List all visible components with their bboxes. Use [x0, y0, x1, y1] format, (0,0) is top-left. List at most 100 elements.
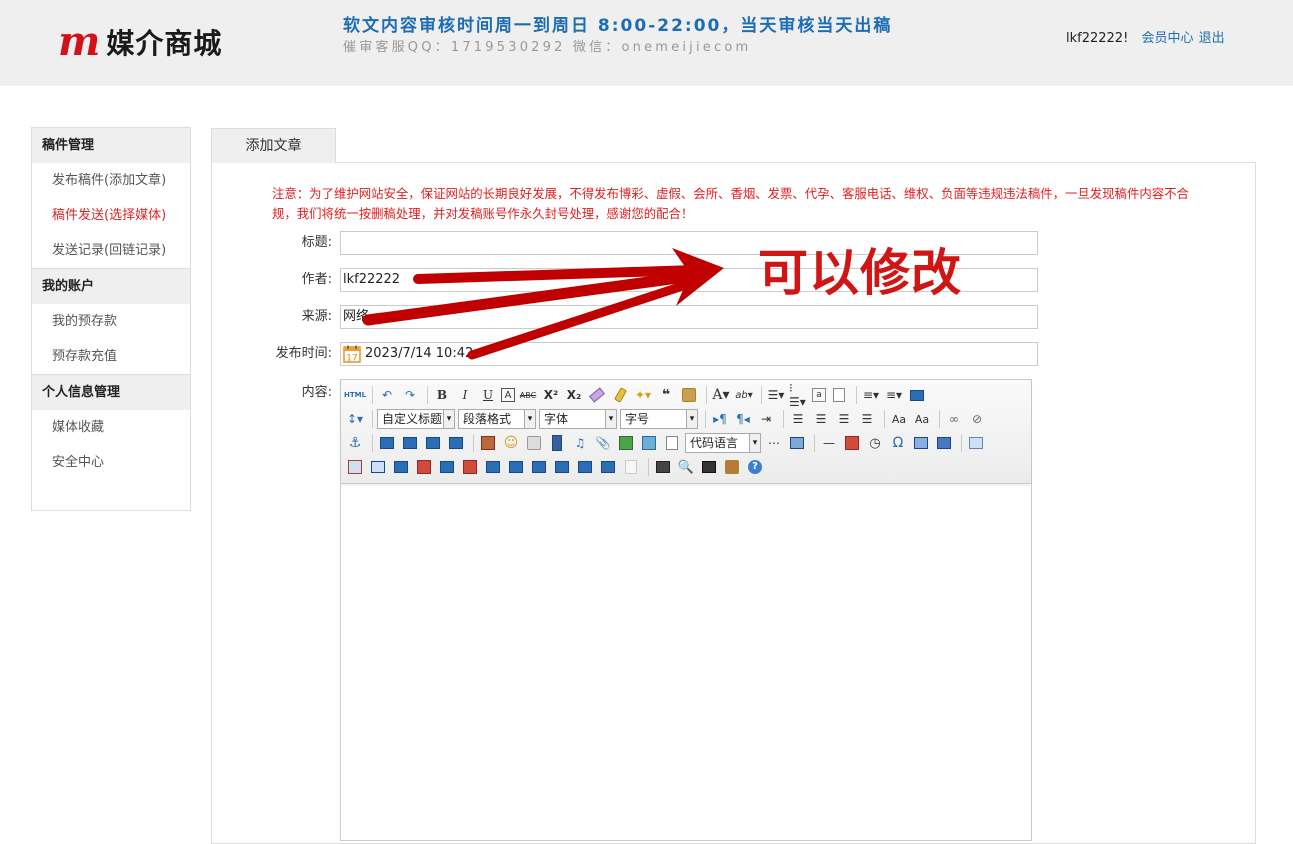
align-center-icon[interactable]: ☰	[811, 409, 831, 429]
indent-icon[interactable]: ⇥	[756, 409, 776, 429]
clear-document-icon[interactable]	[829, 385, 849, 405]
merge-cells-icon[interactable]	[483, 457, 503, 477]
sidebar-item-send[interactable]: 稿件发送(选择媒体)	[32, 198, 190, 233]
attachment-icon[interactable]: 📎	[593, 433, 613, 453]
publish-time-input[interactable]: 17 2023/7/14 10:42	[340, 342, 1038, 366]
html-source-button[interactable]: HTML	[344, 385, 366, 405]
code-language-select[interactable]: 代码语言	[685, 433, 761, 453]
delete-col-icon[interactable]	[460, 457, 480, 477]
map-icon[interactable]	[639, 433, 659, 453]
insert-frame-icon[interactable]	[616, 433, 636, 453]
unordered-list-icon[interactable]: ⁝☰▾	[789, 381, 809, 409]
page-break-icon[interactable]	[662, 433, 682, 453]
sidebar-item-favorites[interactable]: 媒体收藏	[32, 410, 190, 445]
print-icon[interactable]	[653, 457, 673, 477]
auto-format-icon[interactable]: ✦▾	[633, 385, 653, 405]
unlink-icon[interactable]: ⊘	[967, 409, 987, 429]
preview-search-icon[interactable]: 🔍	[676, 457, 696, 477]
align-left-icon[interactable]: ☰	[788, 409, 808, 429]
split-to-cols-icon[interactable]	[598, 457, 618, 477]
source-input[interactable]: 网络	[340, 305, 1038, 329]
insert-paragraph-before-table-icon[interactable]	[368, 457, 388, 477]
paste-plain-icon[interactable]	[679, 385, 699, 405]
insert-image-icon[interactable]	[478, 433, 498, 453]
insert-music-icon[interactable]: ♫	[570, 433, 590, 453]
font-color-icon[interactable]: A▾	[711, 385, 731, 405]
undo-icon[interactable]: ↶	[377, 385, 397, 405]
search-replace-icon[interactable]	[911, 433, 931, 453]
publish-time-value: 2023/7/14 10:42	[365, 346, 474, 361]
rtl-direction-icon[interactable]: ¶◂	[733, 409, 753, 429]
sidebar-item-security[interactable]: 安全中心	[32, 445, 190, 480]
delete-row-icon[interactable]	[414, 457, 434, 477]
format-brush-icon[interactable]	[610, 385, 630, 405]
drafts-icon[interactable]	[722, 457, 742, 477]
site-logo[interactable]: m 媒介商城	[58, 20, 222, 64]
bold-icon[interactable]: B	[432, 385, 452, 405]
strikethrough-icon[interactable]: ABC	[518, 385, 538, 405]
insert-time-icon[interactable]: ◷	[865, 433, 885, 453]
justify-icon[interactable]: ☰	[857, 409, 877, 429]
ordered-list-icon[interactable]: ☰▾	[766, 385, 786, 405]
member-center-link[interactable]: 会员中心	[1141, 31, 1193, 46]
preview-icon[interactable]	[907, 385, 927, 405]
link-icon[interactable]: ∞	[944, 409, 964, 429]
italic-icon[interactable]: I	[455, 385, 475, 405]
line-height-icon[interactable]: ↕▾	[345, 409, 365, 429]
ltr-direction-icon[interactable]: ▸¶	[710, 409, 730, 429]
sidebar-item-send-records[interactable]: 发送记录(回链记录)	[32, 233, 190, 268]
image-center-icon[interactable]	[446, 433, 466, 453]
emotion-icon[interactable]: ☺	[501, 433, 521, 453]
font-family-select[interactable]: 字体	[539, 409, 617, 429]
redo-icon[interactable]: ↷	[400, 385, 420, 405]
paragraph-format-select[interactable]: 段落格式	[458, 409, 536, 429]
special-chars-icon[interactable]: Ω	[888, 433, 908, 453]
font-border-icon[interactable]: A	[501, 388, 515, 402]
rich-text-editor[interactable]: HTML ↶ ↷ B I U A ABC X² X₂ ✦▾ ❝ A▾ ab▾ ☰…	[340, 379, 1032, 841]
pagebreak-icon[interactable]: ⋯	[764, 433, 784, 453]
chart-icon[interactable]	[621, 457, 641, 477]
insert-date-icon[interactable]	[842, 433, 862, 453]
underline-icon[interactable]: U	[478, 385, 498, 405]
scrawl-icon[interactable]	[524, 433, 544, 453]
sidebar-group-account: 我的账户 我的预存款 预存款充值	[32, 269, 190, 375]
help-icon[interactable]: ?	[745, 457, 765, 477]
insert-table-icon[interactable]	[966, 433, 986, 453]
select-all-icon[interactable]: a	[812, 388, 826, 402]
sidebar-item-deposit[interactable]: 我的预存款	[32, 304, 190, 339]
eraser-icon[interactable]	[587, 385, 607, 405]
row-spacing-bottom-icon[interactable]: ≡▾	[884, 385, 904, 405]
insert-col-icon[interactable]	[437, 457, 457, 477]
logout-link[interactable]: 退出	[1199, 31, 1225, 46]
calendar-day: 17	[346, 354, 357, 364]
sidebar-item-recharge[interactable]: 预存款充值	[32, 339, 190, 374]
merge-right-icon[interactable]	[506, 457, 526, 477]
word-image-icon[interactable]	[934, 433, 954, 453]
image-left-float-icon[interactable]	[400, 433, 420, 453]
image-none-float-icon[interactable]	[377, 433, 397, 453]
merge-down-icon[interactable]	[529, 457, 549, 477]
font-size-select[interactable]: 字号	[620, 409, 698, 429]
delete-table-icon[interactable]	[345, 457, 365, 477]
superscript-icon[interactable]: X²	[541, 385, 561, 405]
blockquote-icon[interactable]: ❝	[656, 385, 676, 405]
lowercase-icon[interactable]: Aa	[912, 409, 932, 429]
uppercase-icon[interactable]: Aa	[889, 409, 909, 429]
tab-add-article[interactable]: 添加文章	[211, 128, 336, 163]
sidebar-item-publish[interactable]: 发布稿件(添加文章)	[32, 163, 190, 198]
insert-video-icon[interactable]	[547, 433, 567, 453]
subscript-icon[interactable]: X₂	[564, 385, 584, 405]
search-icon[interactable]	[699, 457, 719, 477]
highlight-color-icon[interactable]: ab▾	[734, 385, 754, 405]
anchor-icon[interactable]: ⚓	[345, 433, 365, 453]
row-spacing-top-icon[interactable]: ≡▾	[861, 385, 881, 405]
horizontal-rule-icon[interactable]: —	[819, 433, 839, 453]
align-right-icon[interactable]: ☰	[834, 409, 854, 429]
split-to-rows-icon[interactable]	[575, 457, 595, 477]
template-icon[interactable]	[787, 433, 807, 453]
insert-row-icon[interactable]	[391, 457, 411, 477]
split-to-cells-icon[interactable]	[552, 457, 572, 477]
calendar-icon[interactable]: 17	[343, 345, 361, 363]
custom-heading-select[interactable]: 自定义标题	[377, 409, 455, 429]
image-right-float-icon[interactable]	[423, 433, 443, 453]
